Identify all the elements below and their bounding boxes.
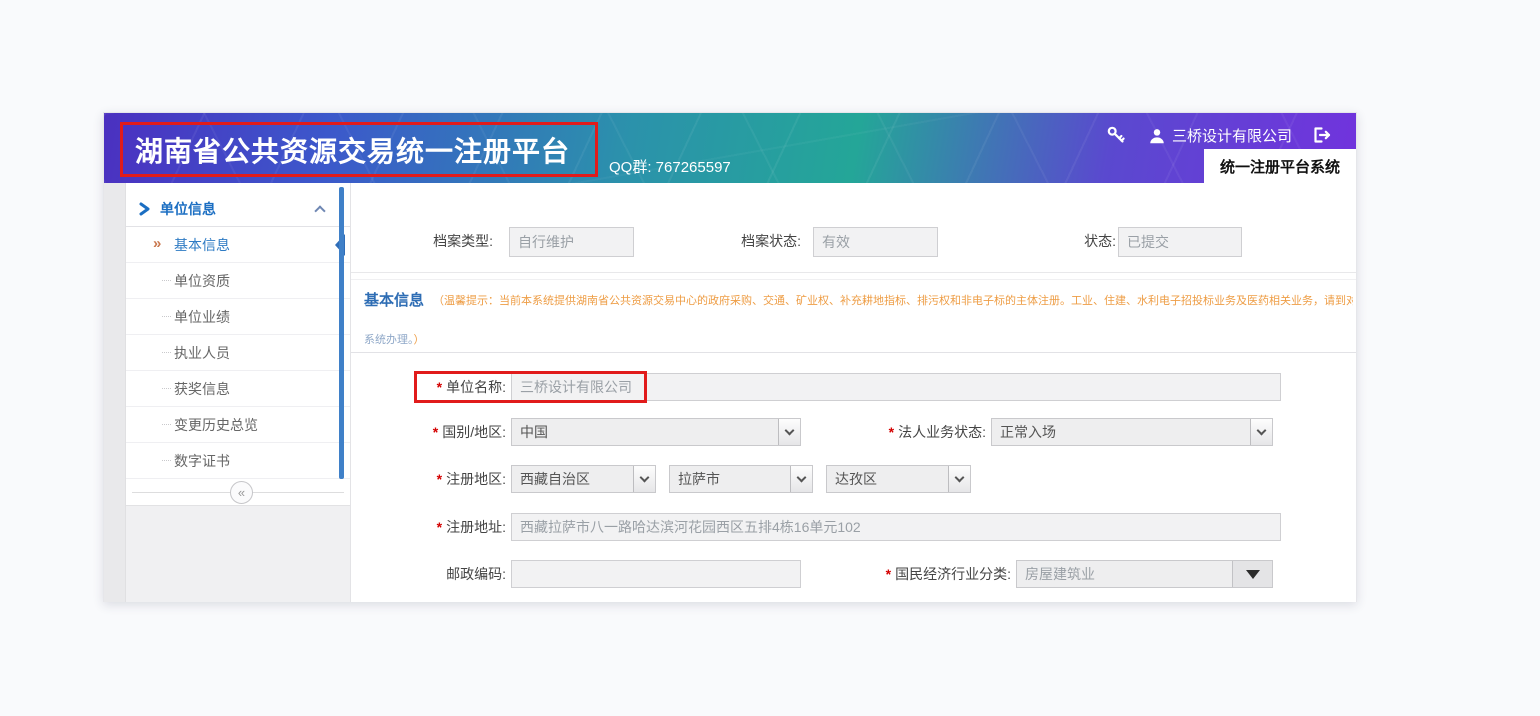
triangle-down-icon xyxy=(1246,570,1260,579)
industry-select[interactable]: 房屋建筑业 xyxy=(1016,560,1273,588)
dropdown-button[interactable] xyxy=(778,419,800,445)
sidebar-collapse-row: « xyxy=(126,481,350,505)
reg-address-input[interactable] xyxy=(511,513,1281,541)
sidebar: 单位信息 » 基本信息 单位资质 单位业绩 执业人员 获奖信息 变更历史总览 xyxy=(126,183,351,602)
archive-type-input[interactable] xyxy=(509,227,634,257)
sidebar-footer-panel xyxy=(126,505,350,602)
sidebar-item-label: 获奖信息 xyxy=(174,379,230,399)
page-title: 湖南省公共资源交易统一注册平台 xyxy=(135,130,570,170)
dropdown-button[interactable] xyxy=(1250,419,1272,445)
city-select[interactable]: 拉萨市 xyxy=(669,465,813,493)
sidebar-item-label: 基本信息 xyxy=(174,235,230,255)
section-hint-line2: 系统办理。） xyxy=(364,331,425,347)
sidebar-item-label: 数字证书 xyxy=(174,451,230,471)
chevron-down-icon xyxy=(797,473,807,483)
chevron-down-icon xyxy=(1257,426,1267,436)
legal-status-select[interactable]: 正常入场 xyxy=(991,418,1273,446)
sidebar-item-change-history[interactable]: 变更历史总览 xyxy=(126,407,350,443)
annotation-box-title: 湖南省公共资源交易统一注册平台 xyxy=(120,122,598,177)
sidebar-collapse-button[interactable]: « xyxy=(230,481,253,504)
district-select[interactable]: 达孜区 xyxy=(826,465,971,493)
user-icon xyxy=(1148,127,1166,145)
country-select[interactable]: 中国 xyxy=(511,418,801,446)
reg-region-label: *注册地区: xyxy=(386,465,506,493)
dropdown-button[interactable] xyxy=(1232,561,1272,587)
qq-group-label: QQ群: 767265597 xyxy=(609,156,731,177)
basic-info-section-band xyxy=(351,279,1356,353)
dropdown-button[interactable] xyxy=(633,466,655,492)
sidebar-item-unit-qualification[interactable]: 单位资质 xyxy=(126,263,350,299)
status-input[interactable] xyxy=(1118,227,1242,257)
chevron-down-icon xyxy=(955,473,965,483)
sidebar-item-awards[interactable]: 获奖信息 xyxy=(126,371,350,407)
sidebar-item-digital-certificate[interactable]: 数字证书 xyxy=(126,443,350,479)
main-content: 档案类型: 档案状态: 状态: 基本信息 （温馨提示：当前本系统提供湖南省公共资… xyxy=(351,183,1356,602)
current-user[interactable]: 三桥设计有限公司 xyxy=(1148,125,1292,146)
chevron-right-icon xyxy=(139,202,151,216)
logout-icon[interactable] xyxy=(1312,125,1332,145)
company-name: 三桥设计有限公司 xyxy=(1172,125,1292,146)
active-marker-icon: » xyxy=(153,235,161,252)
archive-type-label: 档案类型: xyxy=(371,227,493,255)
reg-address-label: *注册地址: xyxy=(386,513,506,541)
country-label: *国别/地区: xyxy=(386,418,506,446)
sidebar-scrollbar[interactable] xyxy=(339,187,344,479)
archive-status-label: 档案状态: xyxy=(691,227,801,255)
dropdown-button[interactable] xyxy=(948,466,970,492)
postal-code-label: 邮政编码: xyxy=(386,560,506,588)
industry-label: *国民经济行业分类: xyxy=(861,560,1011,588)
sidebar-item-practitioners[interactable]: 执业人员 xyxy=(126,335,350,371)
sidebar-item-label: 单位业绩 xyxy=(174,307,230,327)
dropdown-button[interactable] xyxy=(790,466,812,492)
archive-status-input[interactable] xyxy=(813,227,938,257)
postal-code-input[interactable] xyxy=(511,560,801,588)
unit-name-input[interactable] xyxy=(511,373,1281,401)
sidebar-item-label: 变更历史总览 xyxy=(174,415,258,435)
unit-name-label: *单位名称: xyxy=(386,373,506,401)
sidebar-group-unit-info[interactable]: 单位信息 xyxy=(126,191,350,227)
status-label: 状态: xyxy=(1031,227,1116,255)
section-title: 基本信息 xyxy=(364,289,424,310)
tab-unified-registration-system[interactable]: 统一注册平台系统 xyxy=(1204,149,1356,183)
sidebar-item-unit-performance[interactable]: 单位业绩 xyxy=(126,299,350,335)
sidebar-group-label: 单位信息 xyxy=(160,199,216,219)
key-icon[interactable] xyxy=(1106,125,1126,145)
header-banner: 湖南省公共资源交易统一注册平台 QQ群: 767265597 三桥设计有限公司 xyxy=(104,113,1356,183)
sidebar-item-basic-info[interactable]: » 基本信息 xyxy=(126,227,350,263)
legal-status-label: *法人业务状态: xyxy=(866,418,986,446)
sidebar-item-label: 单位资质 xyxy=(174,271,230,291)
sidebar-item-label: 执业人员 xyxy=(174,343,230,363)
app-window: 湖南省公共资源交易统一注册平台 QQ群: 767265597 三桥设计有限公司 xyxy=(103,112,1357,602)
chevron-down-icon xyxy=(640,473,650,483)
collapse-caret-icon[interactable] xyxy=(314,205,325,216)
left-edge-strip xyxy=(104,183,126,602)
province-select[interactable]: 西藏自治区 xyxy=(511,465,656,493)
chevron-down-icon xyxy=(785,426,795,436)
section-hint-line1: （温馨提示：当前本系统提供湖南省公共资源交易中心的政府采购、交通、矿业权、补充耕… xyxy=(433,292,1353,308)
page: { "ui": { "required_mark": "*", "collaps… xyxy=(0,0,1540,716)
